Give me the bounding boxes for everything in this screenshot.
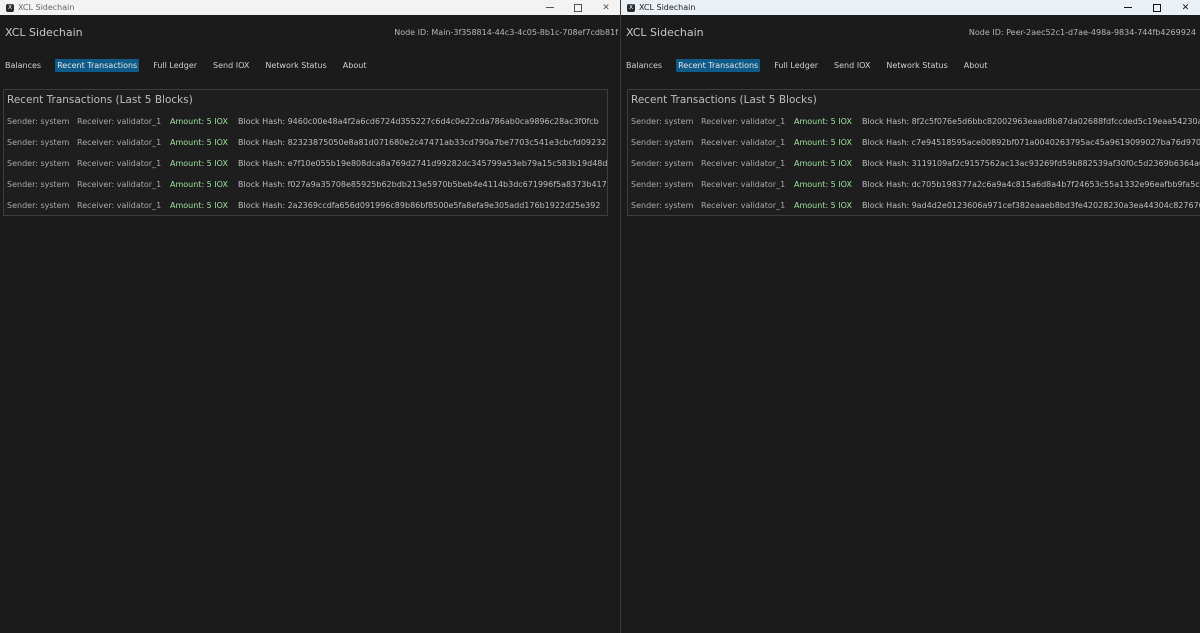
tx-receiver: Receiver: validator_1 bbox=[77, 159, 162, 168]
close-icon: ✕ bbox=[1181, 2, 1190, 13]
tx-block-hash: Block Hash: 8f2c5f076e5d6bbc82002963eaad… bbox=[862, 117, 1200, 126]
window-title: XCL Sidechain bbox=[18, 3, 75, 12]
tx-block-hash: Block Hash: dc705b198377a2c6a9a4c815a6d8… bbox=[862, 180, 1200, 189]
tx-sender: Sender: system bbox=[631, 117, 694, 126]
tx-block-hash: Block Hash: e7f10e055b19e808dca8a769d274… bbox=[238, 159, 608, 168]
minimize-button[interactable] bbox=[1113, 0, 1142, 15]
tab-bar: Balances Recent Transactions Full Ledger… bbox=[0, 58, 377, 72]
maximize-button[interactable] bbox=[564, 0, 592, 15]
minimize-icon bbox=[1123, 7, 1132, 8]
title-bar[interactable]: X XCL Sidechain ✕ bbox=[0, 0, 620, 15]
tx-sender: Sender: system bbox=[631, 201, 694, 210]
tx-receiver: Receiver: validator_1 bbox=[77, 138, 162, 147]
tx-receiver: Receiver: validator_1 bbox=[701, 159, 786, 168]
tx-sender: Sender: system bbox=[7, 138, 70, 147]
tab-full-ledger[interactable]: Full Ledger bbox=[772, 59, 820, 72]
minimize-button[interactable] bbox=[536, 0, 564, 15]
tab-recent-transactions[interactable]: Recent Transactions bbox=[676, 58, 761, 72]
tx-amount: Amount: 5 IOX bbox=[794, 180, 852, 189]
tx-sender: Sender: system bbox=[7, 201, 70, 210]
panel-title: Recent Transactions (Last 5 Blocks) bbox=[631, 94, 817, 106]
recent-transactions-panel: Recent Transactions (Last 5 Blocks) Send… bbox=[3, 89, 608, 216]
panel-title: Recent Transactions (Last 5 Blocks) bbox=[7, 94, 193, 106]
app-header: XCL Sidechain Node ID: Main-3f358814-44c… bbox=[0, 15, 620, 51]
app-title: XCL Sidechain bbox=[5, 26, 83, 39]
tx-sender: Sender: system bbox=[7, 180, 70, 189]
app-icon: X bbox=[6, 3, 14, 12]
node-id-label: Node ID: Peer-2aec52c1-d7ae-498a-9834-74… bbox=[968, 28, 1196, 37]
tx-sender: Sender: system bbox=[631, 180, 694, 189]
tx-amount: Amount: 5 IOX bbox=[794, 159, 852, 168]
tx-amount: Amount: 5 IOX bbox=[170, 201, 228, 210]
window-title: XCL Sidechain bbox=[639, 3, 696, 12]
peer-node-window: X XCL Sidechain ✕ XCL Sidechain Node ID:… bbox=[621, 0, 1200, 633]
tx-receiver: Receiver: validator_1 bbox=[701, 201, 786, 210]
tab-network-status[interactable]: Network Status bbox=[263, 59, 328, 72]
tx-amount: Amount: 5 IOX bbox=[794, 138, 852, 147]
tx-block-hash: Block Hash: 9ad4d2e0123606a971cef382eaae… bbox=[862, 201, 1200, 210]
minimize-icon bbox=[546, 7, 554, 8]
tx-block-hash: Block Hash: 82323875050e8a81d071680e2c47… bbox=[238, 138, 607, 147]
tx-sender: Sender: system bbox=[7, 117, 70, 126]
tab-network-status[interactable]: Network Status bbox=[884, 59, 949, 72]
tab-about[interactable]: About bbox=[962, 59, 990, 72]
maximize-icon bbox=[1152, 3, 1161, 12]
tab-send-iox[interactable]: Send IOX bbox=[832, 59, 872, 72]
app-title: XCL Sidechain bbox=[626, 26, 704, 39]
tx-sender: Sender: system bbox=[631, 138, 694, 147]
tab-send-iox[interactable]: Send IOX bbox=[211, 59, 251, 72]
tab-balances[interactable]: Balances bbox=[3, 59, 43, 72]
window-controls: ✕ bbox=[1113, 0, 1200, 15]
close-button[interactable]: ✕ bbox=[1171, 0, 1200, 15]
tx-sender: Sender: system bbox=[631, 159, 694, 168]
tx-receiver: Receiver: validator_1 bbox=[77, 117, 162, 126]
close-icon: ✕ bbox=[602, 2, 610, 13]
main-node-window: X XCL Sidechain ✕ XCL Sidechain Node ID:… bbox=[0, 0, 621, 633]
maximize-button[interactable] bbox=[1142, 0, 1171, 15]
tx-receiver: Receiver: validator_1 bbox=[701, 117, 786, 126]
tx-block-hash: Block Hash: f027a9a35708e85925b62bdb213e… bbox=[238, 180, 607, 189]
maximize-icon bbox=[574, 3, 582, 12]
tx-block-hash: Block Hash: 9460c00e48a4f2a6cd6724d35522… bbox=[238, 117, 599, 126]
tx-block-hash: Block Hash: 2a2369ccdfa656d091996c89b86b… bbox=[238, 201, 601, 210]
tx-receiver: Receiver: validator_1 bbox=[701, 138, 786, 147]
tab-about[interactable]: About bbox=[341, 59, 369, 72]
app-icon: X bbox=[627, 3, 635, 12]
tx-amount: Amount: 5 IOX bbox=[170, 159, 228, 168]
recent-transactions-panel: Recent Transactions (Last 5 Blocks) Send… bbox=[627, 89, 1200, 216]
close-button[interactable]: ✕ bbox=[592, 0, 620, 15]
title-bar[interactable]: X XCL Sidechain ✕ bbox=[621, 0, 1200, 15]
tx-amount: Amount: 5 IOX bbox=[170, 117, 228, 126]
tx-amount: Amount: 5 IOX bbox=[170, 180, 228, 189]
tx-block-hash: Block Hash: c7e94518595ace00892bf071a004… bbox=[862, 138, 1200, 147]
node-id-label: Node ID: Main-3f358814-44c3-4c05-8b1c-70… bbox=[394, 28, 618, 37]
tab-recent-transactions[interactable]: Recent Transactions bbox=[55, 58, 140, 72]
tx-receiver: Receiver: validator_1 bbox=[77, 201, 162, 210]
tx-block-hash: Block Hash: 3119109af2c9157562ac13ac9326… bbox=[862, 159, 1200, 168]
tx-amount: Amount: 5 IOX bbox=[794, 117, 852, 126]
tx-receiver: Receiver: validator_1 bbox=[701, 180, 786, 189]
tab-full-ledger[interactable]: Full Ledger bbox=[151, 59, 199, 72]
app-header: XCL Sidechain Node ID: Peer-2aec52c1-d7a… bbox=[621, 15, 1200, 51]
window-controls: ✕ bbox=[536, 0, 620, 15]
tx-amount: Amount: 5 IOX bbox=[170, 138, 228, 147]
tx-amount: Amount: 5 IOX bbox=[794, 201, 852, 210]
tx-receiver: Receiver: validator_1 bbox=[77, 180, 162, 189]
tab-bar: Balances Recent Transactions Full Ledger… bbox=[621, 58, 998, 72]
tab-balances[interactable]: Balances bbox=[624, 59, 664, 72]
tx-sender: Sender: system bbox=[7, 159, 70, 168]
